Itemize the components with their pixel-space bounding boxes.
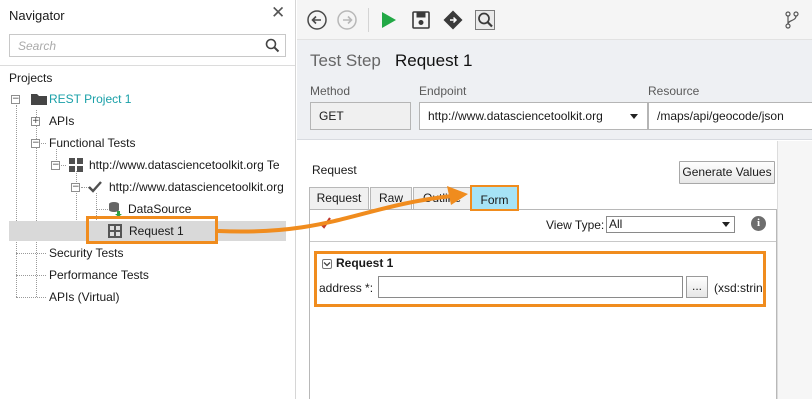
annotation-arrow	[217, 186, 468, 234]
